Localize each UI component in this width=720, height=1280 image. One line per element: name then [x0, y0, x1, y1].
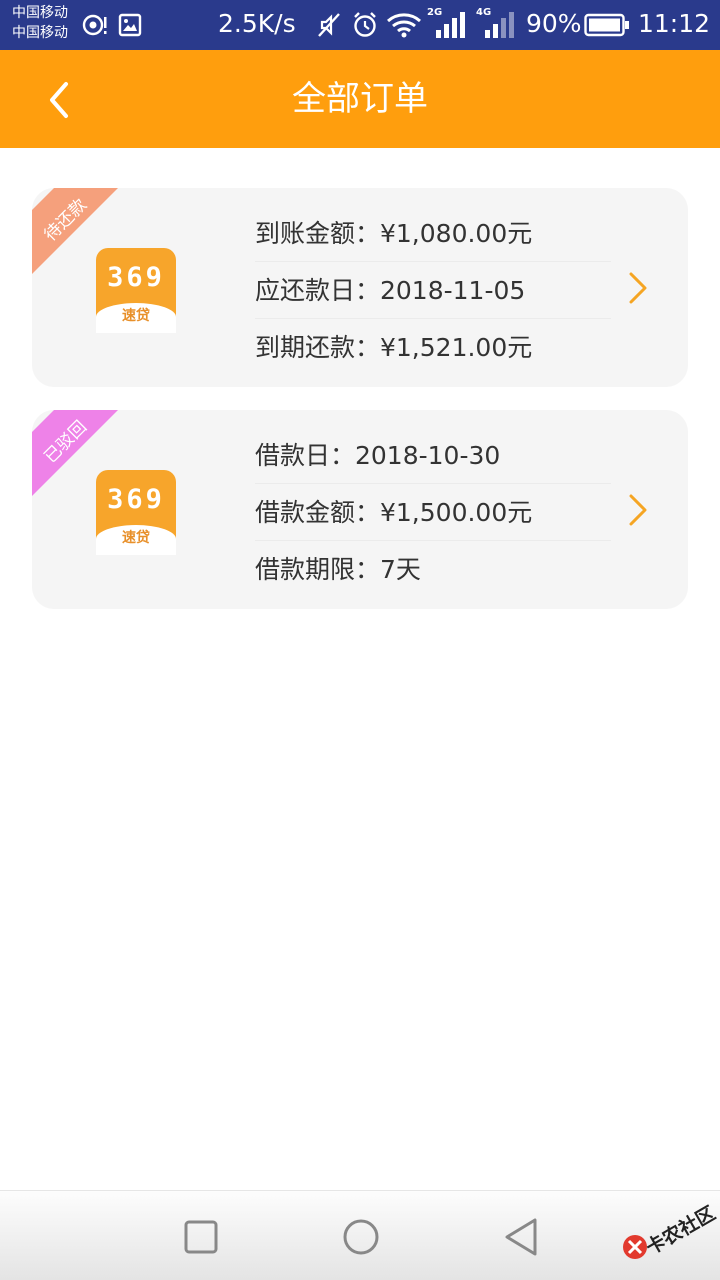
app-logo: 369 速贷: [96, 248, 176, 333]
order-card[interactable]: 已驳回 369 速贷 借款日：2018-10-30 借款金额：¥1,500.00…: [32, 410, 688, 609]
order-card[interactable]: 待还款 369 速贷 到账金额：¥1,080.00元 应还款日：2018-11-…: [32, 188, 688, 387]
watermark-text: 卡农社区: [642, 1202, 720, 1260]
battery-percent: 90%: [526, 9, 582, 38]
network-speed: 2.5K/s: [218, 9, 296, 38]
logo-digits: 369: [107, 484, 165, 515]
info-row-1: 借款日：2018-10-30: [255, 427, 611, 484]
info-row-3: 借款期限：7天: [255, 555, 421, 584]
alarm-icon: [354, 12, 376, 37]
watermark: 卡农社区: [620, 1202, 720, 1268]
image-icon: [118, 13, 142, 37]
recent-apps-button[interactable]: [179, 1215, 223, 1259]
carrier-info: 中国移动 中国移动: [12, 3, 68, 43]
nav-back-button[interactable]: [499, 1215, 543, 1259]
wifi-icon: [387, 13, 421, 38]
system-nav-bar: [0, 1190, 720, 1280]
logo-subtitle: 速贷: [122, 530, 150, 546]
hotspot-icon: [82, 14, 107, 36]
mute-icon: [318, 13, 340, 37]
app-header: 全部订单: [0, 50, 720, 148]
signal-1-icon: [436, 12, 465, 38]
logo-subtitle: 速贷: [122, 308, 150, 324]
info-row-3: 到期还款：¥1,521.00元: [255, 333, 533, 362]
logo-digits: 369: [107, 262, 165, 293]
carrier-2: 中国移动: [12, 25, 68, 41]
clock: 11:12: [638, 9, 711, 38]
status-bar: 中国移动 中国移动 2.5K/s 2G 4G 90% 11:12: [0, 0, 720, 50]
info-row-1: 到账金额：¥1,080.00元: [255, 205, 611, 262]
signal-2-icon: [485, 12, 514, 38]
battery-icon: [584, 13, 629, 37]
home-button[interactable]: [339, 1215, 383, 1259]
info-row-2: 借款金额：¥1,500.00元: [255, 484, 611, 541]
app-logo: 369 速贷: [96, 470, 176, 555]
chevron-right-icon: [629, 494, 647, 526]
chevron-right-icon: [629, 272, 647, 304]
carrier-1: 中国移动: [12, 5, 68, 21]
order-list: 待还款 369 速贷 到账金额：¥1,080.00元 应还款日：2018-11-…: [32, 188, 688, 632]
page-title: 全部订单: [292, 79, 428, 119]
info-row-2: 应还款日：2018-11-05: [255, 262, 611, 319]
